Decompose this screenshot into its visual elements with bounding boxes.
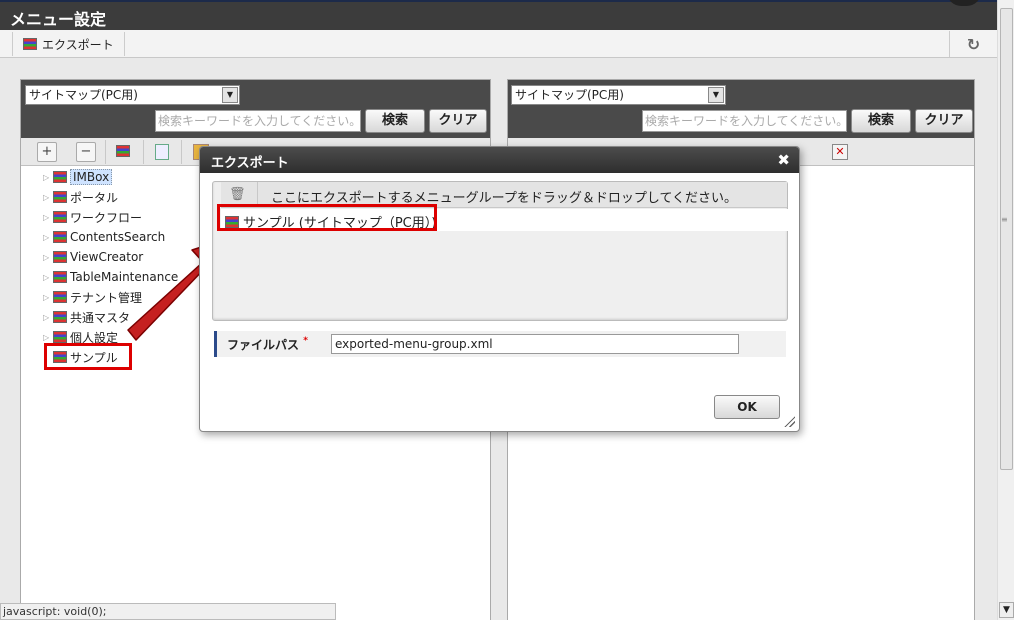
file-path-input[interactable]: exported-menu-group.xml	[331, 334, 739, 354]
export-dialog: エクスポート ✖ 🗑 ここにエクスポートするメニューグループをドラッグ＆ドロップ…	[199, 146, 800, 432]
required-marker: *	[303, 336, 308, 346]
browser-status-bar: javascript: void(0);	[0, 603, 336, 620]
export-drop-zone[interactable]: 🗑 ここにエクスポートするメニューグループをドラッグ＆ドロップしてください。 サ…	[212, 181, 789, 321]
file-path-row: ファイルパス * exported-menu-group.xml	[214, 331, 786, 357]
trash-icon[interactable]: 🗑	[229, 187, 249, 203]
ok-button[interactable]: OK	[714, 395, 780, 419]
dialog-title: エクスポート	[211, 156, 289, 171]
close-icon[interactable]: ✖	[777, 151, 790, 169]
resize-handle-icon[interactable]	[783, 415, 795, 427]
dialog-header: エクスポート ✖	[200, 147, 799, 173]
annotation-box-dropped-item	[217, 204, 437, 231]
file-path-label: ファイルパス *	[227, 336, 308, 352]
